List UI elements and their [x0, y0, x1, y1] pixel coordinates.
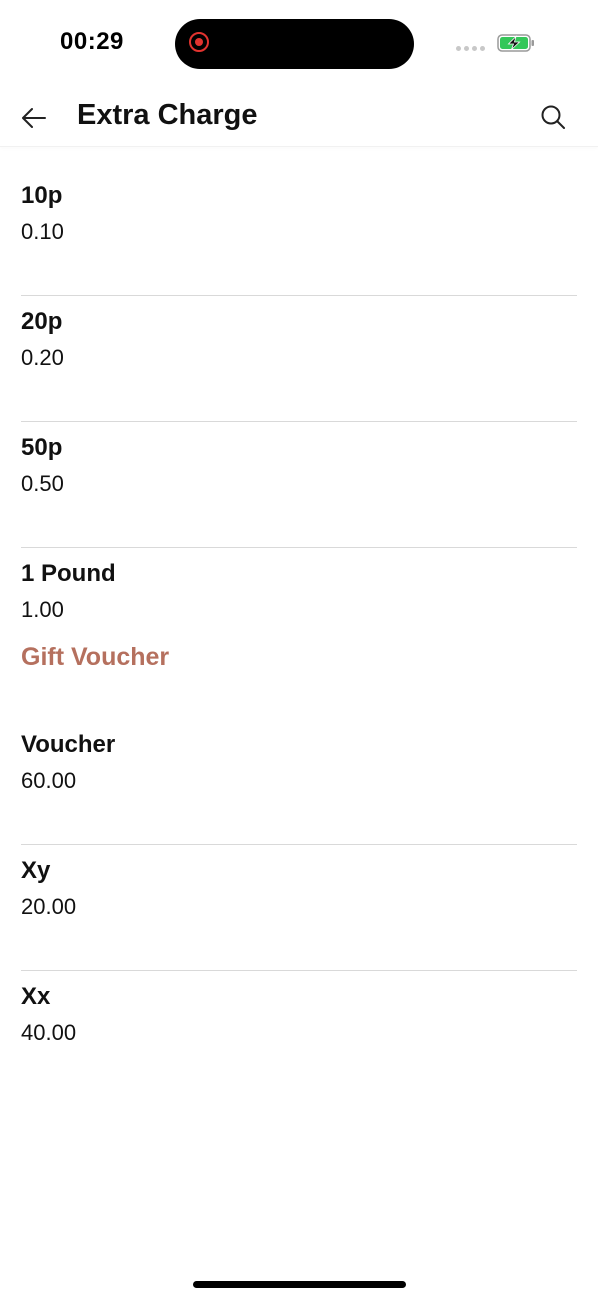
- page-title: Extra Charge: [77, 99, 258, 131]
- item-name: 1 Pound: [21, 560, 116, 587]
- item-name: Xy: [21, 857, 51, 884]
- search-button[interactable]: [532, 96, 574, 138]
- search-icon: [541, 105, 565, 129]
- battery-charging-icon: [497, 34, 534, 52]
- list-item[interactable]: Xx 40.00: [21, 971, 577, 1097]
- item-price: 0.10: [21, 219, 64, 244]
- item-name: Xx: [21, 983, 51, 1010]
- arrow-left-icon: [22, 108, 46, 128]
- list-item[interactable]: 20p 0.20: [21, 296, 577, 422]
- back-button[interactable]: [14, 98, 54, 138]
- section-header-gift-voucher: Gift Voucher: [21, 641, 598, 719]
- extra-charge-list: 10p 0.10 20p 0.20 50p 0.50 1 Pound 1.00 …: [0, 170, 598, 1097]
- home-indicator[interactable]: [193, 1281, 406, 1288]
- item-name: Voucher: [21, 731, 116, 758]
- item-price: 20.00: [21, 894, 77, 919]
- list-item[interactable]: Voucher 60.00: [21, 719, 577, 845]
- item-price: 1.00: [21, 597, 64, 622]
- item-price: 60.00: [21, 768, 77, 793]
- list-item[interactable]: 50p 0.50: [21, 422, 577, 548]
- item-name: 20p: [21, 308, 63, 335]
- status-time: 00:29: [60, 28, 124, 55]
- item-price: 0.20: [21, 345, 64, 370]
- item-name: 10p: [21, 182, 63, 209]
- item-price: 0.50: [21, 471, 64, 496]
- item-name: 50p: [21, 434, 63, 461]
- cellular-signal-icon: [456, 46, 485, 51]
- screen-recording-icon: [189, 32, 209, 52]
- list-item[interactable]: 1 Pound 1.00: [21, 548, 577, 641]
- list-item[interactable]: 10p 0.10: [21, 170, 577, 296]
- item-price: 40.00: [21, 1020, 77, 1045]
- dynamic-island: [175, 19, 414, 69]
- status-bar: 00:29: [0, 0, 598, 88]
- list-item[interactable]: Xy 20.00: [21, 845, 577, 971]
- section-title: Gift Voucher: [21, 643, 170, 671]
- app-header: Extra Charge: [0, 88, 598, 147]
